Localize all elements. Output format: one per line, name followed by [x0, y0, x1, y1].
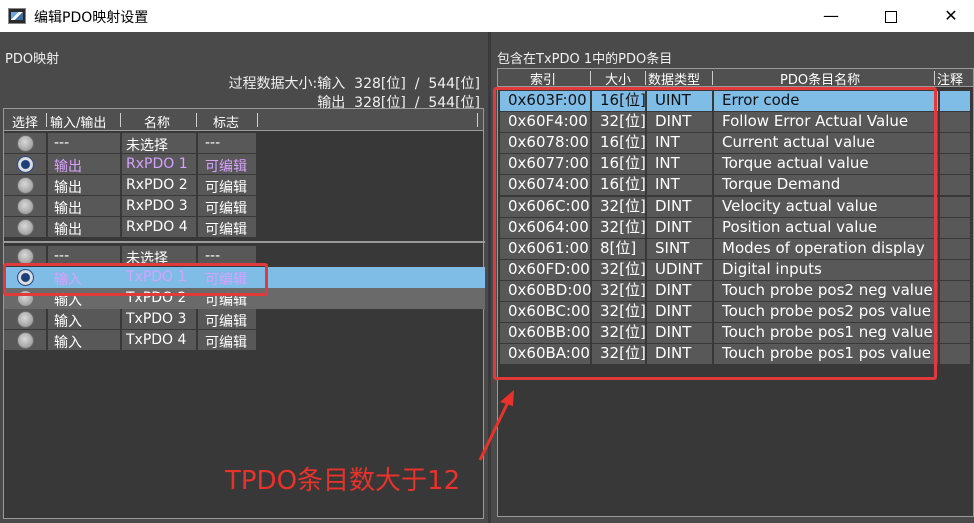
- header-size: 大小: [605, 73, 632, 87]
- pdo-mapping-title: PDO映射: [5, 52, 60, 67]
- name-cell: RxPDO 1: [126, 156, 188, 172]
- pdo-mapping-row[interactable]: 输出 RxPDO 4 可编辑: [4, 217, 485, 238]
- pdo-mapping-row[interactable]: --- 未选择 ---: [4, 133, 485, 154]
- entry-comment-cell: [940, 154, 970, 175]
- io-cell: 输入: [54, 314, 82, 330]
- name-cell: TxPDO 3: [126, 311, 187, 327]
- header-select: 选择: [12, 116, 39, 131]
- entry-comment-cell: [940, 175, 970, 196]
- flag-cell: 可编辑: [205, 180, 247, 196]
- io-cell: 输出: [54, 159, 82, 175]
- entry-comment-cell: [940, 238, 970, 259]
- entry-comment-cell: [940, 323, 970, 344]
- flag-cell: 可编辑: [205, 314, 247, 330]
- name-cell: RxPDO 3: [126, 198, 188, 214]
- select-radio[interactable]: [17, 219, 34, 236]
- header-index: 索引: [530, 73, 557, 87]
- entry-comment-cell: [940, 344, 970, 365]
- title-bar: 编辑PDO映射设置 — ✕: [0, 0, 974, 32]
- select-radio[interactable]: [17, 156, 34, 173]
- entries-table-header: 索引 大小 数据类型 PDO条目名称 注释: [498, 69, 973, 87]
- entry-comment-cell: [940, 133, 970, 154]
- pdo-mapping-row[interactable]: 输入 TxPDO 3 可编辑: [4, 309, 485, 330]
- io-cell: 输入: [54, 335, 82, 351]
- process-data-size-input: 过程数据大小:输入 328[位] / 544[位]: [228, 76, 480, 92]
- name-cell: TxPDO 4: [126, 332, 187, 348]
- flag-cell: 可编辑: [205, 335, 247, 351]
- io-cell: ---: [54, 135, 70, 151]
- io-cell: ---: [54, 248, 70, 264]
- flag-cell: 可编辑: [205, 222, 247, 238]
- entries-highlight-box: [493, 87, 937, 380]
- annotation-text: TPDO条目数大于12: [225, 466, 461, 496]
- io-cell: 输出: [54, 180, 82, 196]
- pdo-mapping-table: 选择 输入/输出 名称 标志 --- 未选择 --- 输出 RxPDO 1 可编辑 输出 Rx…: [3, 108, 485, 519]
- header-comment: 注释: [937, 73, 964, 87]
- entry-comment-cell: [940, 196, 970, 217]
- select-radio[interactable]: [17, 177, 34, 194]
- pdo-mapping-row[interactable]: 输出 RxPDO 2 可编辑: [4, 175, 485, 196]
- close-button[interactable]: ✕: [928, 0, 974, 32]
- window-title: 编辑PDO映射设置: [34, 10, 149, 26]
- minimize-button[interactable]: —: [808, 0, 854, 32]
- pdo-table-header: 选择 输入/输出 名称 标志: [4, 109, 483, 131]
- maximize-button[interactable]: [868, 0, 914, 32]
- flag-cell: ---: [205, 135, 221, 151]
- flag-cell: 可编辑: [205, 201, 247, 217]
- entry-comment-cell: [940, 259, 970, 280]
- entry-comment-cell: [940, 91, 970, 111]
- app-icon: [8, 8, 26, 24]
- entry-comment-cell: [940, 302, 970, 322]
- pdo-mapping-row[interactable]: 输出 RxPDO 3 可编辑: [4, 196, 485, 217]
- select-radio[interactable]: [17, 135, 34, 152]
- name-cell: RxPDO 2: [126, 177, 188, 193]
- flag-cell: ---: [205, 248, 221, 264]
- txpdo1-highlight-box: [3, 263, 268, 296]
- flag-cell: 可编辑: [205, 159, 247, 175]
- header-type: 数据类型: [648, 73, 701, 87]
- header-entry-name: PDO条目名称: [780, 73, 861, 87]
- select-radio[interactable]: [17, 311, 34, 328]
- name-cell: 未选择: [126, 138, 168, 154]
- entry-comment-cell: [940, 280, 970, 301]
- name-cell: RxPDO 4: [126, 219, 188, 235]
- io-cell: 输出: [54, 201, 82, 217]
- annotation-arrow: [478, 390, 514, 461]
- io-cell: 输出: [54, 222, 82, 238]
- entry-comment-cell: [940, 217, 970, 238]
- header-io: 输入/输出: [50, 116, 107, 131]
- header-name: 名称: [144, 116, 171, 131]
- pdo-entries-title: 包含在TxPDO 1中的PDO条目: [497, 52, 673, 67]
- maximize-icon: [885, 10, 897, 23]
- select-radio[interactable]: [17, 198, 34, 215]
- entry-comment-cell: [940, 112, 970, 133]
- header-flag: 标志: [213, 116, 240, 131]
- pdo-mapping-row[interactable]: 输出 RxPDO 1 可编辑: [4, 154, 485, 175]
- select-radio[interactable]: [17, 332, 34, 349]
- pdo-mapping-row[interactable]: 输入 TxPDO 4 可编辑: [4, 330, 485, 351]
